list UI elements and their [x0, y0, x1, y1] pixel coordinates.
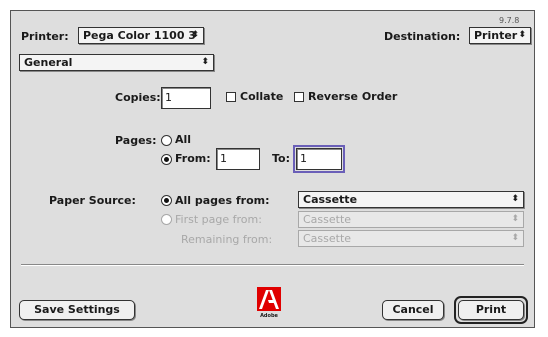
paper-source-label: Paper Source:: [49, 194, 136, 207]
pages-all-label: All: [175, 133, 192, 146]
first-page-from-label: First page from:: [175, 213, 262, 226]
popup-arrows-icon: ⬍: [201, 57, 209, 67]
popup-arrows-icon: ⬍: [511, 214, 519, 224]
all-pages-from-popup[interactable]: Cassette ⬍: [298, 191, 524, 208]
pages-from-field[interactable]: 1: [216, 148, 260, 170]
copies-field[interactable]: 1: [161, 87, 211, 109]
copies-label: Copies:: [115, 91, 161, 104]
pages-to-field[interactable]: 1: [293, 145, 345, 173]
popup-arrows-icon: ⬍: [518, 30, 526, 40]
first-page-from-radio[interactable]: [161, 214, 172, 225]
printer-popup-value: Pega Color 1100 3: [83, 29, 196, 42]
all-pages-from-label: All pages from:: [175, 194, 270, 207]
cancel-button[interactable]: Cancel: [382, 300, 444, 320]
collate-checkbox[interactable]: [226, 92, 236, 102]
pages-all-radio[interactable]: [161, 135, 172, 146]
pages-label: Pages:: [115, 134, 157, 147]
popup-arrows-icon: ⬍: [511, 233, 519, 243]
panel-popup[interactable]: General ⬍: [19, 54, 214, 71]
print-button[interactable]: Print: [458, 300, 524, 320]
pages-from-radio[interactable]: [161, 154, 172, 165]
footer-separator: [21, 264, 524, 266]
collate-label: Collate: [240, 90, 284, 103]
pages-from-label: From:: [175, 152, 211, 165]
remaining-from-popup[interactable]: Cassette ⬍: [298, 230, 524, 247]
all-pages-from-radio[interactable]: [161, 195, 172, 206]
pages-to-label: To:: [272, 152, 290, 165]
panel-popup-value: General: [24, 56, 73, 69]
version-number: 9.7.8: [499, 16, 520, 25]
reverse-order-label: Reverse Order: [308, 90, 398, 103]
printer-popup[interactable]: Pega Color 1100 3 ⬍: [78, 27, 204, 44]
adobe-logo-text: Adobe: [260, 313, 278, 319]
save-settings-button[interactable]: Save Settings: [19, 300, 135, 320]
destination-popup-value: Printer: [474, 29, 518, 42]
popup-arrows-icon: ⬍: [191, 30, 199, 40]
first-page-from-value: Cassette: [303, 213, 352, 226]
first-page-from-popup[interactable]: Cassette ⬍: [298, 211, 524, 228]
reverse-order-checkbox[interactable]: [294, 92, 304, 102]
destination-popup[interactable]: Printer ⬍: [469, 27, 531, 44]
remaining-from-label: Remaining from:: [181, 233, 273, 246]
printer-label: Printer:: [21, 30, 69, 43]
destination-label: Destination:: [384, 30, 461, 43]
remaining-from-value: Cassette: [303, 232, 352, 245]
print-dialog: 9.7.8 Printer: Pega Color 1100 3 ⬍ Desti…: [10, 10, 535, 328]
popup-arrows-icon: ⬍: [511, 194, 519, 204]
adobe-logo-icon: [257, 287, 281, 311]
adobe-logo: Adobe: [257, 287, 281, 321]
all-pages-from-value: Cassette: [303, 193, 358, 206]
